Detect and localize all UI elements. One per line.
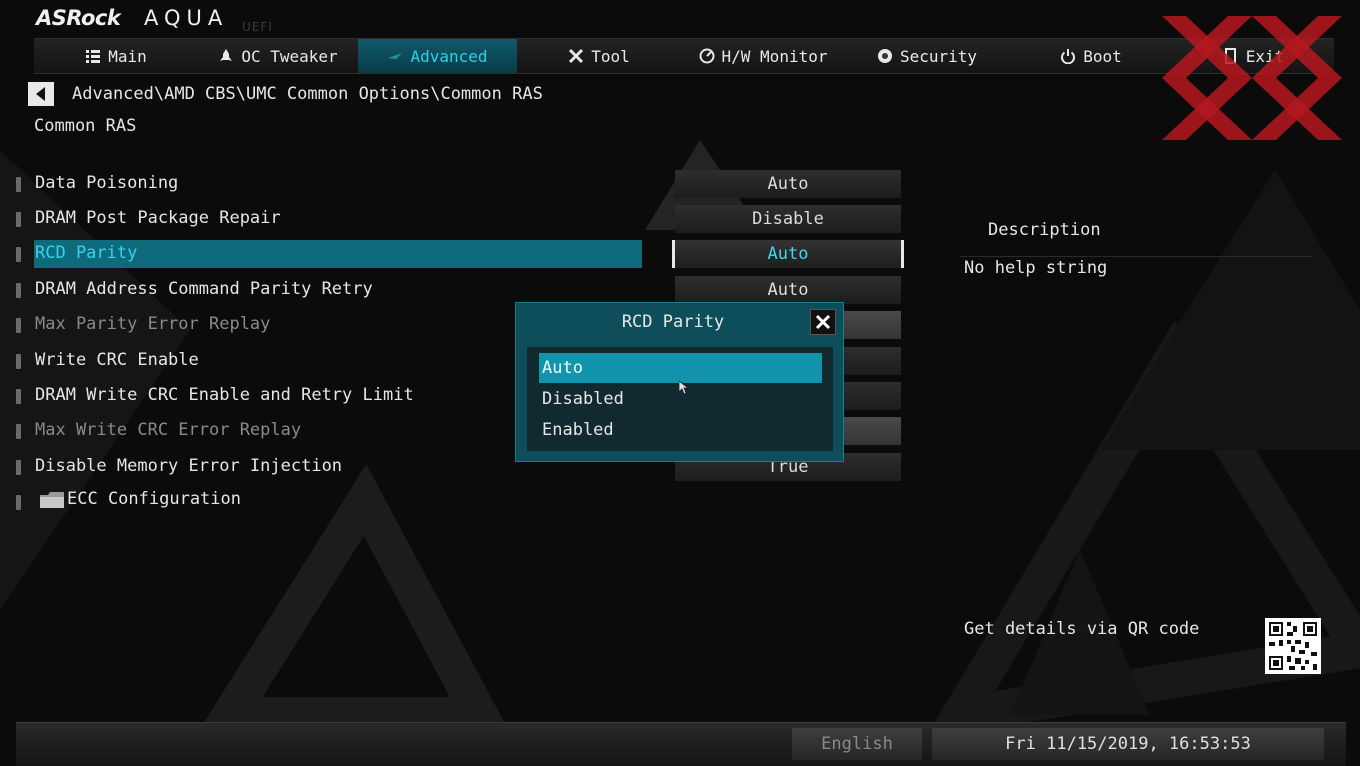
description-title: Description [988, 220, 1101, 240]
tools-icon [569, 48, 584, 64]
tab-oc-tweaker[interactable]: OC Tweaker [198, 39, 358, 73]
qr-label: Get details via QR code [964, 619, 1200, 639]
close-icon [815, 314, 831, 330]
option-enabled[interactable]: Enabled [539, 415, 822, 445]
setting-label: Data Poisoning [35, 173, 179, 193]
setting-label: DRAM Post Package Repair [35, 208, 281, 228]
setting-value-rcd-parity[interactable]: Auto [672, 240, 904, 268]
tab-main[interactable]: Main [34, 39, 198, 73]
setting-value-dram-post-package-repair[interactable]: Disable [675, 205, 901, 233]
xx-watermark-logo [1162, 16, 1342, 140]
row-marker [16, 389, 21, 404]
tab-label: H/W Monitor [721, 46, 828, 66]
page-title: Common RAS [34, 116, 137, 136]
setting-row-dram-address-command-parity-retry[interactable]: DRAM Address Command Parity Retry [16, 276, 656, 304]
breadcrumb: Advanced\AMD CBS\UMC Common Options\Comm… [72, 84, 543, 104]
monitor-icon [699, 48, 715, 64]
setting-value-dram-address-command-parity-retry[interactable]: Auto [675, 276, 901, 304]
tab-hw-monitor[interactable]: H/W Monitor [681, 39, 845, 73]
option-auto[interactable]: Auto [539, 353, 822, 383]
qr-code-icon[interactable] [1265, 618, 1321, 674]
tab-tool[interactable]: Tool [517, 39, 681, 73]
rocket-icon [220, 49, 233, 61]
tab-label: Security [899, 46, 978, 66]
mouse-cursor-icon [679, 381, 689, 395]
setting-label: Write CRC Enable [35, 350, 199, 370]
popup-option-list: Auto Disabled Enabled [527, 347, 833, 451]
setting-row-ecc-configuration[interactable]: ECC Configuration [16, 486, 656, 514]
setting-value-data-poisoning[interactable]: Auto [675, 170, 901, 198]
divider [960, 256, 1312, 257]
tab-label: Boot [1083, 46, 1122, 66]
setting-label: Max Parity Error Replay [35, 314, 271, 334]
brand-suffix: UEFI [242, 20, 273, 34]
brand-name: ASRock [36, 6, 121, 30]
top-nav: Main OC Tweaker Advanced Tool H/W Monito… [34, 38, 1334, 74]
tab-label: Tool [591, 46, 630, 66]
tab-security[interactable]: Security [845, 39, 1009, 73]
folder-icon [40, 492, 64, 508]
row-marker [16, 318, 21, 333]
row-marker [16, 212, 21, 227]
row-marker [16, 354, 21, 369]
row-marker [16, 283, 21, 298]
setting-row-rcd-parity[interactable]: RCD Parity [16, 240, 656, 268]
tab-boot[interactable]: Boot [1009, 39, 1173, 73]
setting-row-data-poisoning[interactable]: Data Poisoning [16, 170, 656, 198]
language-selector[interactable]: English [792, 728, 922, 760]
description-text: No help string [964, 258, 1108, 278]
tab-label: Advanced [410, 46, 488, 66]
brand-product: AQUA [144, 6, 229, 30]
row-marker [16, 424, 21, 439]
back-button[interactable] [28, 82, 54, 106]
list-icon [86, 50, 101, 63]
row-marker [16, 460, 21, 475]
row-marker [16, 495, 21, 510]
arrow-left-icon [36, 87, 45, 101]
setting-label: DRAM Write CRC Enable and Retry Limit [35, 385, 414, 405]
setting-label: ECC Configuration [67, 489, 241, 509]
row-marker [16, 247, 21, 262]
setting-label: Max Write CRC Error Replay [35, 420, 302, 440]
power-icon [1061, 49, 1076, 64]
star-icon [388, 53, 403, 59]
setting-label: Disable Memory Error Injection [35, 456, 343, 476]
close-button[interactable] [810, 309, 836, 335]
row-marker [16, 177, 21, 192]
tab-label: OC Tweaker [241, 46, 338, 66]
tab-label: Main [108, 46, 147, 66]
popup-title: RCD Parity [621, 312, 725, 332]
setting-label: RCD Parity [35, 243, 138, 263]
shield-icon [877, 49, 892, 63]
setting-row-dram-post-package-repair[interactable]: DRAM Post Package Repair [16, 205, 656, 233]
tab-advanced[interactable]: Advanced [358, 39, 517, 73]
datetime-display: Fri 11/15/2019, 16:53:53 [932, 728, 1324, 760]
setting-label: DRAM Address Command Parity Retry [35, 279, 373, 299]
